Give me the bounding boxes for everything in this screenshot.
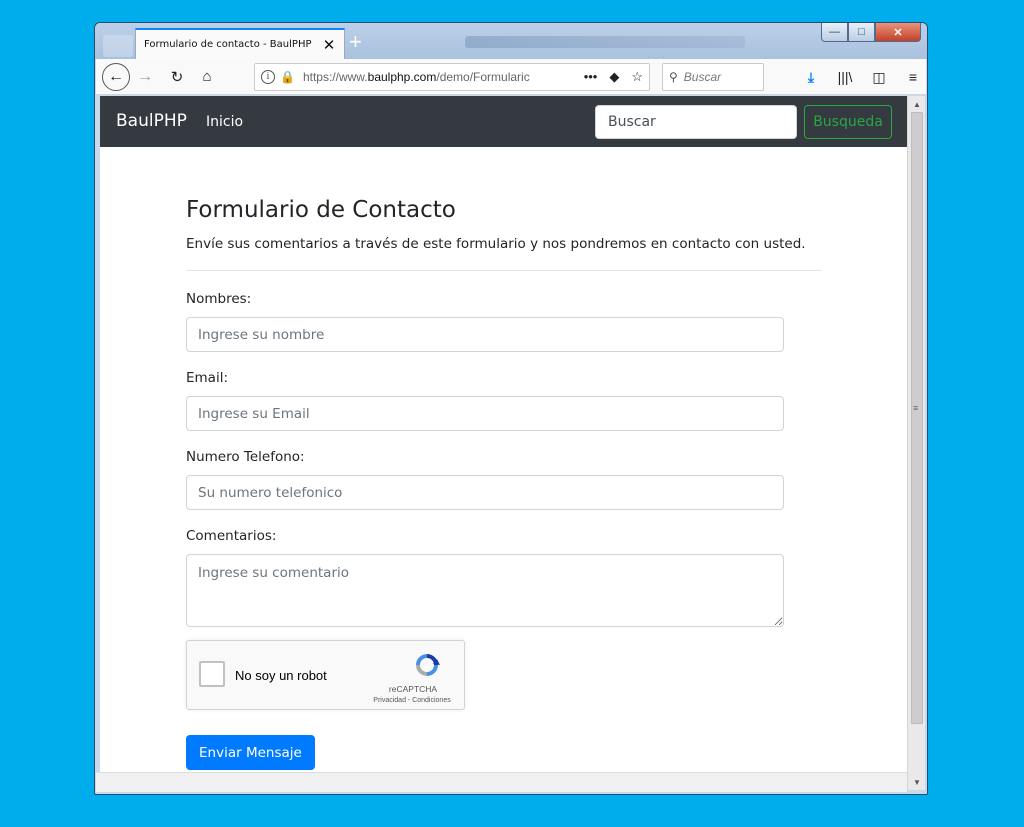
url-domain: baulphp.com: [367, 70, 437, 84]
comments-label: Comentarios:: [186, 528, 277, 544]
scrollbar-thumb[interactable]: [911, 112, 923, 724]
sidebar-icon[interactable]: ◫: [864, 63, 894, 91]
url-prefix: https://www.: [302, 70, 368, 84]
form-description: Envíe sus comentarios a través de este f…: [186, 236, 806, 252]
browser-search-placeholder: Buscar: [683, 70, 722, 84]
search-button[interactable]: Busqueda: [804, 105, 892, 139]
browser-tab[interactable]: Formulario de contacto - BaulPHP ✕: [135, 28, 345, 59]
background-blur: [465, 36, 745, 48]
send-message-button[interactable]: Enviar Mensaje: [186, 735, 315, 770]
close-window-button[interactable]: ✕: [875, 23, 921, 42]
divider: [186, 270, 822, 271]
pocket-icon[interactable]: ◆: [609, 69, 619, 85]
page-viewport: BaulPHP Inicio Busqueda Formulario de Co…: [100, 96, 907, 772]
new-tab-icon[interactable]: +: [349, 29, 362, 55]
phone-label: Numero Telefono:: [186, 449, 305, 465]
info-icon[interactable]: i: [261, 70, 275, 84]
close-tab-icon[interactable]: ✕: [322, 36, 336, 54]
tab-strip: Formulario de contacto - BaulPHP ✕ + — □…: [95, 23, 927, 59]
search-icon: ⚲: [669, 70, 678, 84]
url-bar[interactable]: i 🔒 https://www.baulphp.com/demo/Formula…: [254, 63, 650, 91]
recaptcha-widget: No soy un robot reCAPTCHA Privacidad - C…: [186, 640, 465, 710]
scroll-up-icon[interactable]: ▲: [908, 96, 926, 112]
tab-title: Formulario de contacto - BaulPHP: [144, 39, 312, 50]
status-bar: [96, 772, 907, 792]
site-search-input[interactable]: [595, 105, 797, 139]
page-title: Formulario de Contacto: [186, 197, 456, 223]
vertical-scrollbar[interactable]: ▲ ▼: [907, 96, 925, 790]
home-icon[interactable]: ⌂: [196, 63, 218, 91]
library-icon[interactable]: |||\: [830, 63, 860, 91]
browser-window: Formulario de contacto - BaulPHP ✕ + — □…: [94, 22, 928, 795]
minimize-button[interactable]: —: [821, 23, 848, 42]
scroll-down-icon[interactable]: ▼: [908, 774, 926, 790]
more-icon[interactable]: •••: [584, 69, 598, 85]
toolbar-right: ⤓ |||\ ◫ ≡: [796, 63, 927, 91]
browser-search-input[interactable]: ⚲ Buscar: [662, 63, 764, 91]
name-input[interactable]: [186, 317, 784, 352]
site-navbar: BaulPHP Inicio Busqueda: [100, 96, 907, 147]
forward-icon[interactable]: →: [134, 63, 156, 91]
back-icon[interactable]: ←: [102, 62, 130, 91]
comments-textarea[interactable]: [186, 554, 784, 627]
url-actions: ••• ◆ ☆: [584, 69, 643, 85]
url-text[interactable]: https://www.baulphp.com/demo/Formularic: [303, 70, 584, 84]
bookmark-star-icon[interactable]: ☆: [631, 69, 643, 85]
menu-icon[interactable]: ≡: [898, 63, 927, 91]
nav-link-inicio[interactable]: Inicio: [206, 114, 243, 130]
download-icon[interactable]: ⤓: [796, 63, 826, 91]
lock-icon: 🔒: [280, 70, 295, 84]
recaptcha-logo-icon: [416, 654, 440, 676]
email-input[interactable]: [186, 396, 784, 431]
background-blur: [103, 35, 133, 57]
url-path: /demo/Formularic: [436, 70, 530, 84]
recaptcha-brand: reCAPTCHA: [388, 684, 438, 694]
browser-toolbar: ← → ↻ ⌂ i 🔒 https://www.baulphp.com/demo…: [96, 59, 926, 95]
site-brand[interactable]: BaulPHP: [116, 111, 187, 131]
email-label: Email:: [186, 370, 229, 386]
recaptcha-checkbox[interactable]: [199, 661, 225, 687]
name-label: Nombres:: [186, 291, 252, 307]
reload-icon[interactable]: ↻: [166, 63, 188, 91]
window-controls: — □ ✕: [821, 23, 921, 43]
phone-input[interactable]: [186, 475, 784, 510]
recaptcha-terms-link[interactable]: Privacidad - Condiciones: [357, 697, 467, 704]
maximize-button[interactable]: □: [848, 23, 875, 42]
recaptcha-label: No soy un robot: [235, 668, 327, 683]
